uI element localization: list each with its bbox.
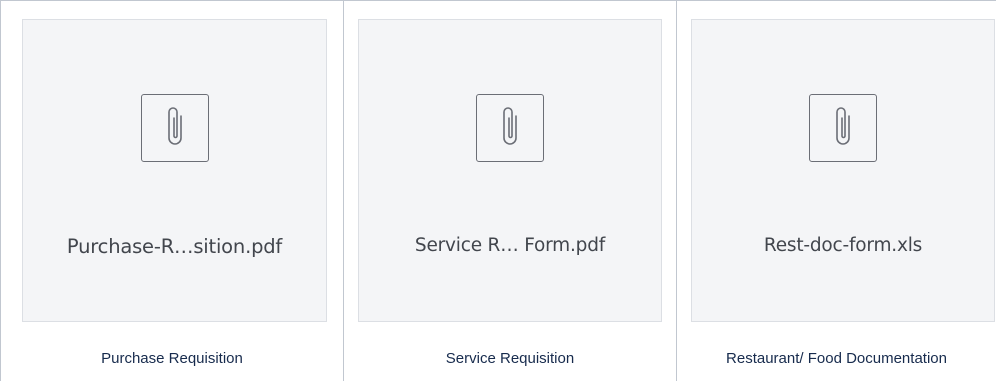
paperclip-icon [809,94,877,162]
attachment-thumbnail[interactable]: Service R… Form.pdf [358,19,662,322]
attachment-cell-service: Service R… Form.pdf Service Requisition [343,1,676,381]
attachment-file-name: Purchase-R…sition.pdf [66,235,283,258]
attachment-caption: Restaurant/ Food Documentation [726,350,947,367]
paperclip-icon [140,94,209,162]
attachment-thumbnail[interactable]: Rest-doc-form.xls [691,19,995,322]
attachment-caption: Purchase Requisition [101,350,243,367]
attachments-table: Purchase-R…sition.pdf Purchase Requisiti… [0,0,996,381]
attachment-caption: Service Requisition [445,350,575,367]
paperclip-icon [476,94,544,162]
attachment-cell-purchase: Purchase-R…sition.pdf Purchase Requisiti… [0,1,343,381]
attachment-file-name: Service R… Form.pdf [414,235,606,256]
attachment-thumbnail[interactable]: Purchase-R…sition.pdf [22,19,327,322]
attachment-cell-restaurant: Rest-doc-form.xls Restaurant/ Food Docum… [676,1,996,381]
attachment-file-name: Rest-doc-form.xls [763,235,923,256]
